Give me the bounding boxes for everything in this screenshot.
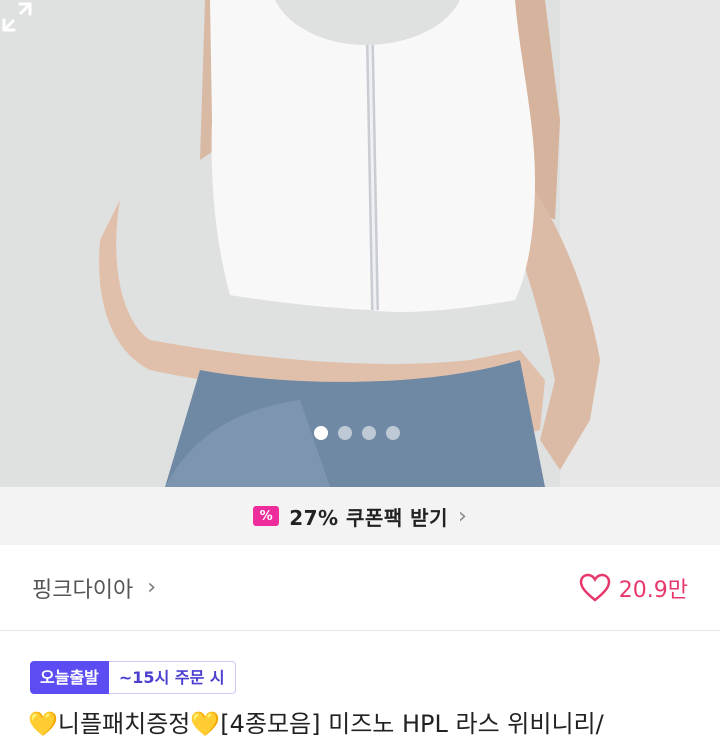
product-image-gallery[interactable] xyxy=(0,0,720,487)
pagination-dot[interactable] xyxy=(362,426,376,440)
pagination-dot-active[interactable] xyxy=(314,426,328,440)
today-shipping-badge: 오늘출발 xyxy=(30,661,109,694)
like-button[interactable]: 20.9만 xyxy=(579,572,688,604)
section-divider xyxy=(0,630,720,631)
product-title: 💛니플패치증정💛[4종모음] 미즈노 HPL 라스 위비니리/ xyxy=(28,710,604,738)
order-deadline-badge: ~15시 주문 시 xyxy=(108,661,236,694)
shipping-badges: 오늘출발 ~15시 주문 시 xyxy=(30,661,236,694)
store-name: 핑크다이아 xyxy=(32,577,134,603)
fullscreen-expand-icon[interactable] xyxy=(0,0,34,34)
coupon-pack-button[interactable]: % 27% 쿠폰팩 받기 › xyxy=(0,487,720,545)
pagination-dot[interactable] xyxy=(338,426,352,440)
product-photo xyxy=(0,0,720,487)
gallery-pagination xyxy=(314,426,400,440)
coupon-percent-icon: % xyxy=(253,506,280,526)
chevron-right-icon: › xyxy=(457,503,467,529)
store-link[interactable]: 핑크다이아 › xyxy=(32,572,156,604)
pagination-dot[interactable] xyxy=(386,426,400,440)
coupon-label: 27% 쿠폰팩 받기 xyxy=(289,505,448,530)
chevron-right-icon: › xyxy=(147,575,157,600)
store-row: 핑크다이아 › 20.9만 xyxy=(0,545,720,630)
like-count: 20.9만 xyxy=(618,577,688,603)
heart-icon xyxy=(579,573,611,602)
